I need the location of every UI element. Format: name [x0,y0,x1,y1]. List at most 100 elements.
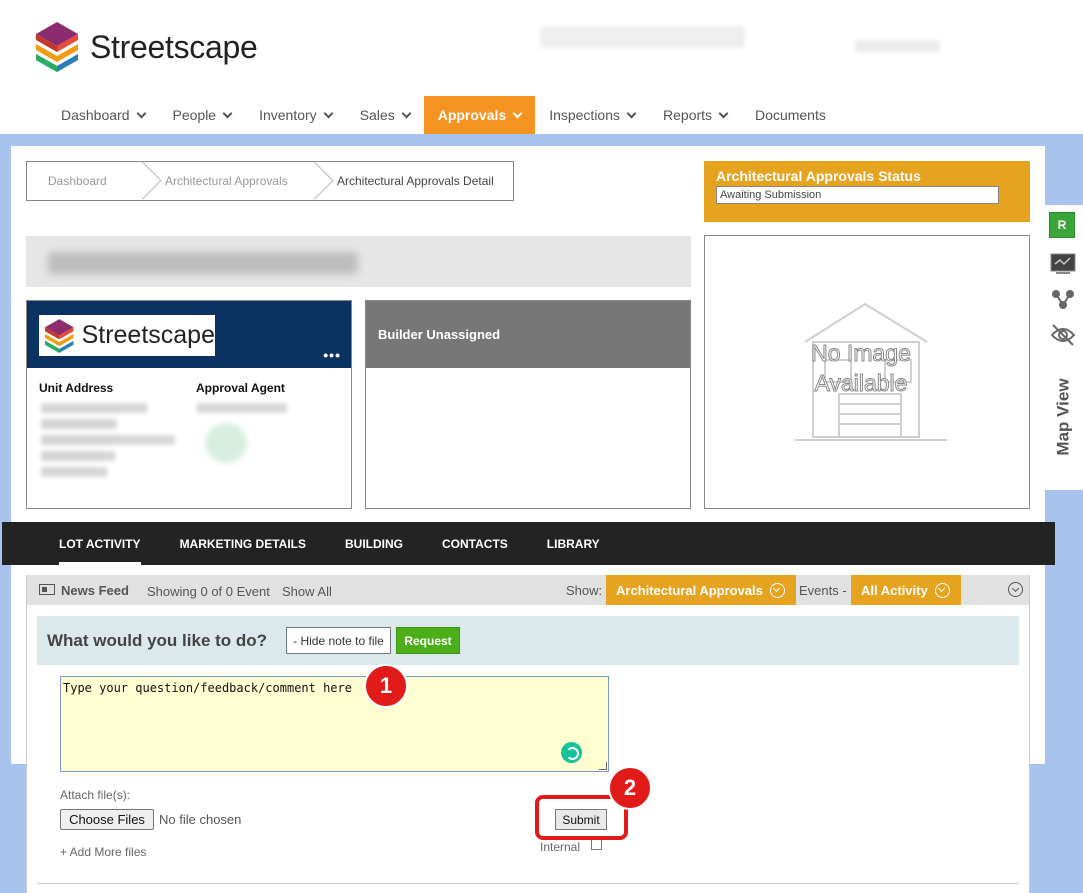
breadcrumb-label: Dashboard [48,174,107,188]
breadcrumb: Dashboard Architectural Approvals Archit… [26,161,514,201]
nav-documents[interactable]: Documents [741,96,840,134]
chevron-down-icon [136,108,146,118]
blurred-agent-name [197,403,287,413]
add-more-files-link[interactable]: + Add More files [60,845,146,859]
more-options-icon[interactable]: ••• [323,347,341,363]
blurred-address-line [41,451,115,461]
internal-label: Internal [540,840,581,854]
resize-handle-icon[interactable] [599,762,607,770]
builder-card: Builder Unassigned [365,300,691,509]
developer-card: Streetscape ••• Unit Address Approval Ag… [26,300,352,509]
blurred-address-line [41,467,107,477]
nav-label: Inventory [259,107,317,123]
grammarly-icon[interactable] [561,742,582,763]
streetscape-logo-icon [45,318,74,353]
map-view-toggle[interactable]: Map View [1047,367,1081,467]
approval-status-box: Architectural Approvals Status Awaiting … [704,161,1030,222]
choose-files-button[interactable]: Choose Files [60,809,154,830]
breadcrumb-label: Architectural Approvals [165,174,288,188]
chevron-down-icon [718,108,729,118]
blurred-address [48,252,358,274]
chevron-down-icon [512,108,523,118]
blurred-address-line [41,419,117,429]
breadcrumb-current: Architectural Approvals Detail [323,162,494,200]
main-nav: Dashboard People Inventory Sales Approva… [47,96,840,134]
builder-title: Builder Unassigned [378,327,501,342]
hide-note-button[interactable]: - Hide note to file [286,627,391,654]
step-marker-2: 2 [608,766,652,810]
tab-building[interactable]: BUILDING [345,522,403,565]
event-count: Showing 0 of 0 Event [147,584,270,599]
activity-filter-value: All Activity [861,582,928,598]
r-badge[interactable]: R [1049,212,1075,238]
chevron-down-icon [626,108,637,118]
type-filter-dropdown[interactable]: Architectural Approvals [606,575,796,605]
map-view-label: Map View [1054,378,1073,456]
show-all-link[interactable]: Show All [282,584,332,599]
lot-address-bar [26,236,691,287]
activity-filter-dropdown[interactable]: All Activity [851,575,961,605]
chevron-down-icon [222,108,233,118]
breadcrumb-label: Architectural Approvals Detail [337,174,494,188]
nav-people[interactable]: People [159,96,246,134]
no-image-line1: No Image [811,340,911,366]
nav-label: Approvals [437,107,507,123]
nav-label: Reports [663,107,713,123]
request-button[interactable]: Request [396,627,460,654]
nav-reports[interactable]: Reports [649,96,741,134]
developer-name: Streetscape [81,321,215,349]
comment-textarea[interactable] [60,676,609,772]
compose-prompt: What would you like to do? [47,631,268,650]
house-placeholder-icon: No Image Available [795,302,947,441]
chevron-down-icon [934,582,950,598]
monitor-icon[interactable] [1050,252,1076,276]
tab-bar: LOT ACTIVITY MARKETING DETAILS BUILDING … [2,522,1055,565]
nav-inspections[interactable]: Inspections [535,96,649,134]
news-feed-header: News Feed Showing 0 of 0 Event Show All … [27,575,1029,605]
side-toolbar: R Map View [1045,205,1083,490]
nav-label: Sales [359,107,395,123]
breadcrumb-separator [137,162,151,200]
breadcrumb-dashboard[interactable]: Dashboard [27,162,137,200]
divider [37,883,1019,884]
blurred-user-link[interactable] [855,40,940,52]
attach-files-label: Attach file(s): [60,788,131,802]
nav-label: Dashboard [61,107,130,123]
type-filter-value: Architectural Approvals [616,582,763,598]
agent-avatar [205,423,247,463]
newspaper-icon [39,584,55,595]
nav-dashboard[interactable]: Dashboard [47,96,159,134]
status-value: Awaiting Submission [716,186,999,204]
nav-sales[interactable]: Sales [346,96,424,134]
eye-slash-icon[interactable] [1050,323,1076,347]
chevron-down-icon [323,108,334,118]
tab-marketing-details[interactable]: MARKETING DETAILS [180,522,306,565]
blurred-user-select[interactable] [540,26,745,48]
streetscape-logo[interactable]: Streetscape [30,20,258,74]
blurred-address-line [41,435,175,445]
streetscape-logo-icon [36,22,78,72]
show-label: Show: [566,583,603,598]
brand-name: Streetscape [90,28,258,65]
status-title: Architectural Approvals Status [716,168,921,184]
nav-label: Inspections [549,107,621,123]
builder-card-header: Builder Unassigned [366,301,690,368]
network-icon[interactable] [1050,287,1076,311]
tab-lot-activity[interactable]: LOT ACTIVITY [59,522,141,565]
tab-contacts[interactable]: CONTACTS [442,522,508,565]
developer-logo: Streetscape [39,315,215,356]
news-feed-title: News Feed [61,583,129,598]
events-label: Events - [799,583,847,598]
tab-library[interactable]: LIBRARY [547,522,600,565]
lot-image-placeholder: No Image Available [704,235,1030,509]
internal-checkbox[interactable] [591,839,602,850]
chevron-down-icon [769,582,785,598]
breadcrumb-separator [309,162,323,200]
nav-label: People [172,107,217,123]
nav-inventory[interactable]: Inventory [245,96,346,134]
nav-approvals[interactable]: Approvals [423,96,536,134]
collapse-feed-icon[interactable] [1008,582,1023,597]
compose-action-bar: What would you like to do? - Hide note t… [37,616,1019,665]
breadcrumb-architectural-approvals[interactable]: Architectural Approvals [151,162,309,200]
app-header: Streetscape Dashboard People Inventory S… [0,0,1083,134]
